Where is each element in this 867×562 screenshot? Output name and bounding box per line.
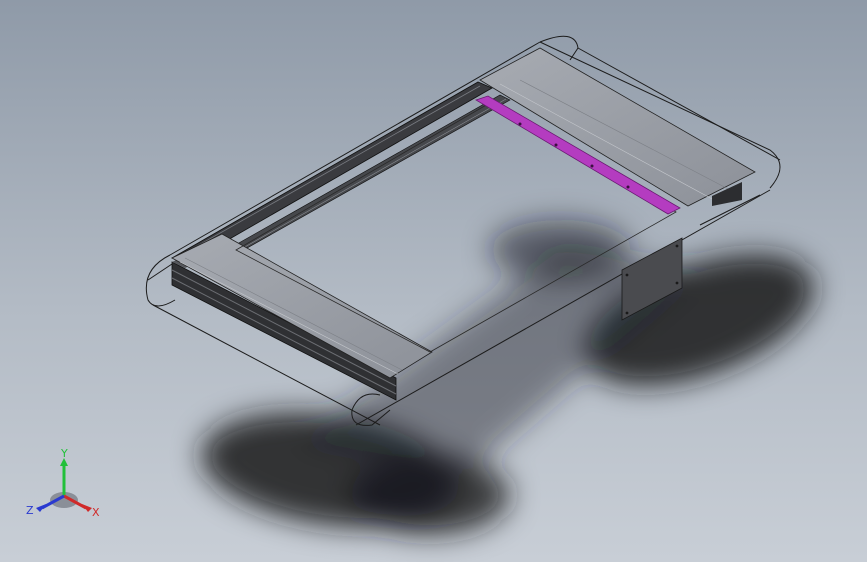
model-canvas[interactable] [0,0,867,562]
axis-triad: Y X Z [26,447,100,519]
floor-shadow [201,220,815,535]
end-plate-left [171,233,433,379]
graphics-viewport[interactable]: Y X Z [0,0,867,562]
triad-x-label: X [92,506,100,519]
triad-z-label: Z [26,504,34,517]
triad-y-label: Y [60,447,68,460]
